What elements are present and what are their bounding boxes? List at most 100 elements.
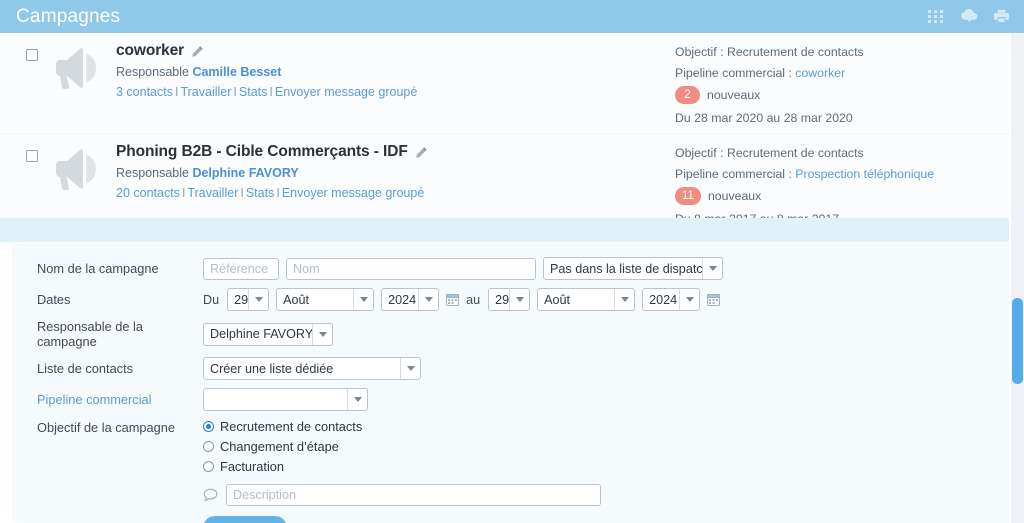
responsable-select[interactable]: Delphine FAVORY	[203, 322, 333, 346]
link-travailler[interactable]: Travailler	[180, 85, 231, 99]
add-campaign-button[interactable]: Ajouter	[203, 516, 288, 523]
responsable-label: Responsable	[116, 166, 189, 180]
campaign-new-count: 2 nouveaux	[675, 86, 1011, 104]
dispatch-list-select[interactable]: Pas dans la liste de dispatch	[543, 257, 723, 280]
pencil-icon[interactable]	[191, 45, 204, 58]
link-separator: I	[276, 186, 280, 200]
new-campaign-form: Nom de la campagne Pas dans la liste de …	[12, 243, 1011, 523]
form-row-responsable: Responsable de la campagne Delphine FAVO…	[12, 319, 1011, 349]
radio-indicator-icon[interactable]	[203, 421, 214, 432]
date-from-month-value: Août	[283, 292, 310, 307]
campaign-links: 3 contacts I Travailler I Stats I Envoyer mess…	[116, 85, 675, 99]
label-contact-list: Liste de contacts	[37, 361, 134, 376]
link-envoyer-message[interactable]: Envoyer message groupé	[282, 186, 424, 200]
campaign-pipeline: Pipeline commercial : coworker	[675, 65, 1011, 82]
form-row-name: Nom de la campagne Pas dans la liste de …	[12, 257, 1011, 280]
section-divider-band	[0, 218, 1011, 242]
date-from-year-select[interactable]: 2024	[381, 288, 440, 311]
campaign-select-checkbox[interactable]	[26, 49, 38, 61]
campaign-name-input[interactable]	[286, 257, 536, 280]
objectif-radio-option[interactable]: Facturation	[203, 459, 362, 474]
link-envoyer-message[interactable]: Envoyer message groupé	[275, 85, 417, 99]
printer-icon[interactable]	[993, 8, 1010, 25]
pencil-icon[interactable]	[415, 146, 428, 159]
pipeline-link[interactable]: Prospection téléphonique	[795, 167, 934, 181]
dispatch-list-value: Pas dans la liste de dispatch	[550, 261, 702, 276]
date-to-day-select[interactable]: 29	[488, 288, 531, 311]
cloud-download-icon[interactable]	[960, 8, 978, 25]
link-travailler[interactable]: Travailler	[187, 186, 238, 200]
chevron-down-icon	[248, 289, 268, 310]
campaign-main: Phoning B2B - Cible Commerçants - IDF Re…	[112, 142, 675, 200]
date-from-year-value: 2024	[388, 292, 417, 307]
vertical-scrollbar-thumb[interactable]	[1012, 298, 1023, 384]
link-separator: I	[240, 186, 244, 200]
objectif-radio-option[interactable]: Recrutement de contacts	[203, 419, 362, 434]
campaign-select-checkbox[interactable]	[26, 150, 38, 162]
date-from-month-select[interactable]: Août	[276, 288, 375, 311]
link-contacts[interactable]: 3 contacts	[116, 85, 173, 99]
label-campaign-name: Nom de la campagne	[37, 261, 159, 276]
form-row-description	[12, 484, 1011, 506]
radio-indicator-icon[interactable]	[203, 461, 214, 472]
calendar-icon-from[interactable]	[446, 293, 460, 306]
megaphone-icon	[44, 41, 112, 89]
date-to-year-select[interactable]: 2024	[642, 288, 701, 311]
radio-indicator-icon[interactable]	[203, 441, 214, 452]
campaign-responsable: Responsable Camille Besset	[116, 65, 675, 79]
campaign-title: Phoning B2B - Cible Commerçants - IDF	[116, 143, 408, 160]
link-separator: I	[233, 85, 237, 99]
date-to-year-value: 2024	[649, 292, 678, 307]
form-row-contact-list: Liste de contacts Créer une liste dédiée	[12, 357, 1011, 380]
header-icon-group	[927, 8, 1010, 25]
objectif-radio-label: Changement d’étape	[220, 439, 339, 454]
campaign-links: 20 contacts I Travailler I Stats I Envoyer mes…	[116, 186, 675, 200]
vertical-scrollbar-track[interactable]	[1011, 33, 1024, 523]
campaign-pipeline: Pipeline commercial : Prospection téléph…	[675, 166, 1011, 183]
status-badge: 2	[675, 86, 700, 104]
calendar-icon-to[interactable]	[707, 293, 721, 306]
pipeline-select[interactable]	[203, 388, 368, 411]
contact-list-select[interactable]: Créer une liste dédiée	[203, 357, 421, 380]
contact-list-value: Créer une liste dédiée	[210, 361, 334, 376]
form-row-objectif: Objectif de la campagne Recrutement de c…	[12, 419, 1011, 474]
campaign-list: coworker Responsable Camille Besset 3 co…	[0, 33, 1011, 235]
label-pipeline-link[interactable]: Pipeline commercial	[25, 392, 203, 407]
campaign-row: coworker Responsable Camille Besset 3 co…	[0, 33, 1011, 134]
label-responsable: Responsable de la campagne	[37, 319, 144, 349]
form-actions: Ajouter	[12, 516, 1011, 523]
chevron-down-icon	[679, 289, 699, 310]
date-to-month-select[interactable]: Août	[537, 288, 636, 311]
date-from-day-value: 29	[234, 292, 249, 307]
campaign-main: coworker Responsable Camille Besset 3 co…	[112, 41, 675, 99]
responsable-name: Camille Besset	[192, 65, 282, 79]
link-stats[interactable]: Stats	[246, 186, 275, 200]
date-to-day-value: 29	[495, 292, 510, 307]
chevron-down-icon	[614, 289, 634, 310]
objectif-radio-label: Recrutement de contacts	[220, 419, 363, 434]
description-input[interactable]	[226, 484, 601, 506]
pipeline-link[interactable]: coworker	[795, 66, 845, 80]
form-row-dates: Dates Du 29 Août 2024 au 29 Août 2024	[12, 288, 1011, 311]
link-stats[interactable]: Stats	[239, 85, 268, 99]
objectif-radio-option[interactable]: Changement d’étape	[203, 439, 362, 454]
label-objectif: Objectif de la campagne	[37, 420, 176, 435]
chevron-down-icon	[347, 389, 367, 410]
campaign-details: Objectif : Recrutement de contacts Pipel…	[675, 41, 1011, 125]
date-from-day-select[interactable]: 29	[227, 288, 270, 311]
page-title: Campagnes	[16, 5, 121, 27]
pipeline-label: Pipeline commercial :	[675, 167, 792, 181]
link-contacts[interactable]: 20 contacts	[116, 186, 180, 200]
campaign-new-count: 11 nouveaux	[675, 187, 1011, 205]
chevron-down-icon	[702, 258, 722, 279]
form-row-pipeline: Pipeline commercial	[12, 388, 1011, 411]
apps-grid-icon[interactable]	[927, 8, 944, 25]
reference-input[interactable]	[203, 257, 279, 280]
date-to-month-value: Août	[544, 292, 571, 307]
link-separator: I	[269, 85, 273, 99]
status-badge-label: nouveaux	[707, 88, 761, 102]
campaign-details: Objectif : Recrutement de contacts Pipel…	[675, 142, 1011, 226]
megaphone-icon	[44, 142, 112, 190]
chevron-down-icon	[509, 289, 529, 310]
status-badge-label: nouveaux	[707, 189, 762, 203]
